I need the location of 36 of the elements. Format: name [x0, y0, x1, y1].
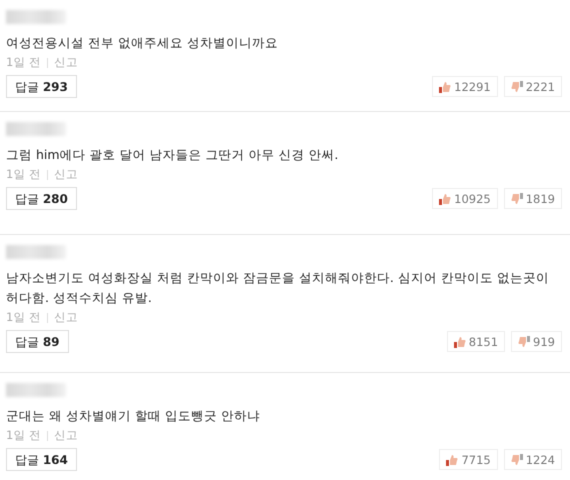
thumbs-down-icon	[518, 336, 530, 348]
dislike-button[interactable]: 1819	[504, 188, 562, 209]
thumbs-up-icon	[439, 192, 452, 204]
like-button[interactable]: 7715	[439, 449, 498, 470]
thumbs-up-icon	[439, 80, 452, 92]
blurred-username	[6, 10, 66, 24]
comment-time: 1일 전	[6, 55, 41, 70]
report-link[interactable]: 신고	[54, 310, 78, 325]
dislike-button[interactable]: 1224	[504, 449, 562, 470]
dislike-button[interactable]: 919	[511, 331, 562, 352]
like-button[interactable]: 8151	[446, 331, 506, 352]
thumbs-up-icon	[454, 336, 466, 348]
dislike-button[interactable]: 2221	[504, 76, 562, 97]
thumbs-down-icon	[510, 192, 523, 204]
thumbs-down-icon	[510, 80, 523, 92]
reply-button[interactable]: 답글 164	[6, 448, 77, 471]
report-link[interactable]: 신고	[54, 55, 78, 70]
report-link[interactable]: 신고	[54, 428, 78, 443]
blurred-username	[6, 122, 66, 136]
thumbs-down-icon	[510, 454, 523, 466]
like-button[interactable]: 10925	[432, 188, 498, 209]
comment-text: 남자소변기도 여성화장실 처럼 칸막이와 잠금문을 설치해줘야한다. 심지어 칸막이도 없는곳이 허다함. 성적수치심 유발.	[6, 269, 550, 307]
blurred-username	[6, 245, 66, 259]
blurred-username	[6, 383, 66, 397]
reply-button[interactable]: 답글 280	[6, 187, 77, 210]
reply-button[interactable]: 답글 293	[6, 75, 77, 98]
comment-text: 군대는 왜 성차별얘기 할때 입도뺑긋 안하냐	[6, 407, 261, 425]
comment-time: 1일 전	[6, 428, 41, 443]
comment-text: 그럼 him에다 괄호 달어 남자들은 그딴거 아무 신경 안써.	[6, 146, 340, 164]
report-link[interactable]: 신고	[54, 167, 78, 182]
thumbs-up-icon	[446, 454, 458, 466]
comment-text: 여성전용시설 전부 없애주세요 성차별이니까요	[6, 34, 279, 52]
comment-time: 1일 전	[6, 167, 41, 182]
comment-time: 1일 전	[6, 310, 41, 325]
like-button[interactable]: 12291	[432, 76, 498, 97]
reply-button[interactable]: 답글 89	[6, 330, 69, 353]
